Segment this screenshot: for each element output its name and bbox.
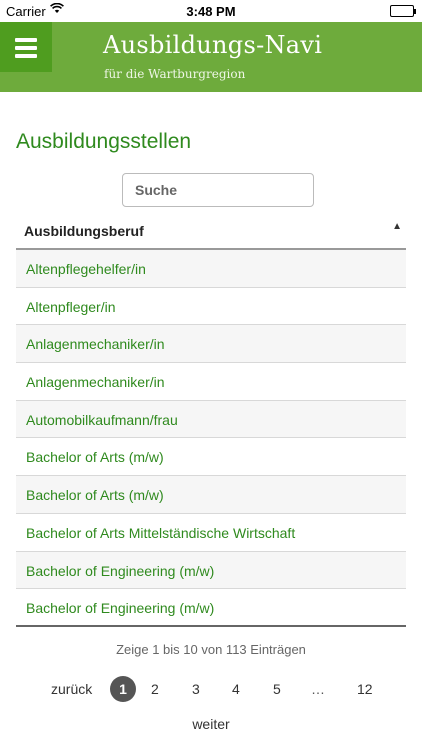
table-row[interactable]: Bachelor of Arts Mittelständische Wirtsc…	[16, 514, 406, 552]
table-cell: Bachelor of Arts (m/w)	[26, 449, 164, 466]
table-cell: Bachelor of Arts Mittelständische Wirtsc…	[26, 524, 296, 541]
table-row[interactable]: Automobilkaufmann/frau	[16, 400, 406, 439]
app-title[interactable]: Ausbildungs-Navi	[103, 31, 322, 59]
table-row[interactable]: Bachelor of Engineering (m/w)	[16, 551, 406, 590]
table-cell: Altenpflegehelfer/in	[26, 261, 146, 277]
table-row[interactable]: Anlagenmechaniker/in	[16, 363, 406, 401]
table-row[interactable]: Bachelor of Arts (m/w)	[16, 438, 406, 477]
table-cell: Bachelor of Arts (m/w)	[26, 487, 164, 504]
status-bar: Carrier 3:48 PM	[0, 0, 422, 22]
pagination-ellipsis: …	[311, 681, 325, 697]
pagination-page-4[interactable]: 4	[232, 681, 240, 697]
pagination-prev-button[interactable]: zurück	[51, 681, 92, 697]
pagination-page-1[interactable]: 1	[110, 676, 136, 702]
search-input[interactable]	[122, 173, 314, 207]
table-row[interactable]: Bachelor of Arts (m/w)	[16, 476, 406, 514]
page-title: Ausbildungsstellen	[16, 130, 192, 153]
table-cell: Automobilkaufmann/frau	[26, 411, 178, 428]
training-table: Ausbildungsberuf ▲ Altenpflegehelfer/in …	[16, 212, 406, 627]
pagination: zurück 1 2 3 4 5 … 12	[0, 676, 422, 702]
sort-ascending-icon: ▲	[392, 221, 402, 232]
table-cell: Bachelor of Engineering (m/w)	[26, 562, 215, 579]
entries-info: Zeige 1 bis 10 von 113 Einträgen	[116, 642, 306, 657]
table-cell: Anlagenmechaniker/in	[26, 374, 165, 391]
battery-icon	[390, 5, 416, 17]
menu-button[interactable]	[0, 22, 52, 72]
pagination-page-2[interactable]: 2	[151, 681, 159, 697]
status-time: 3:48 PM	[186, 4, 236, 19]
column-header-ausbildungsberuf[interactable]: Ausbildungsberuf ▲	[16, 212, 406, 250]
table-cell: Altenpfleger/in	[26, 298, 116, 315]
app-header: Ausbildungs-Navi für die Wartburgregion	[0, 22, 422, 92]
table-cell: Bachelor of Engineering (m/w)	[26, 600, 215, 617]
table-row[interactable]: Bachelor of Engineering (m/w)	[16, 589, 406, 627]
app-subtitle: für die Wartburgregion	[104, 67, 246, 81]
pagination-page-5[interactable]: 5	[273, 681, 281, 697]
table-cell: Anlagenmechaniker/in	[26, 336, 165, 353]
pagination-page-3[interactable]: 3	[192, 681, 200, 697]
pagination-next-button[interactable]: weiter	[0, 716, 422, 732]
column-header-label: Ausbildungsberuf	[24, 223, 144, 239]
table-row[interactable]: Altenpfleger/in	[16, 288, 406, 326]
table-row[interactable]: Anlagenmechaniker/in	[16, 325, 406, 364]
table-row[interactable]: Altenpflegehelfer/in	[16, 250, 406, 288]
pagination-page-12[interactable]: 12	[357, 681, 373, 697]
